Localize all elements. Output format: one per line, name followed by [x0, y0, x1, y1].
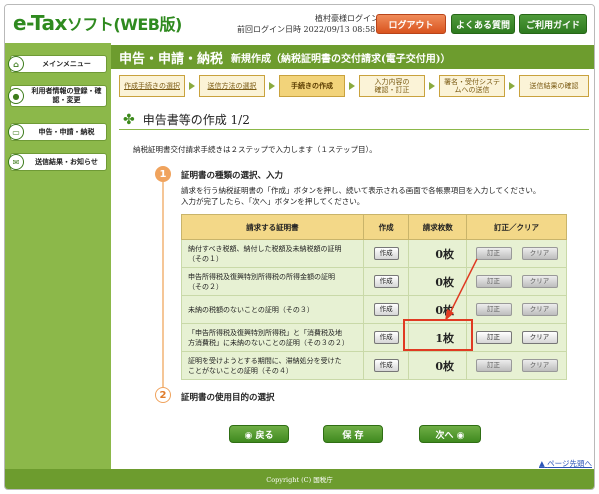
step1-description: 請求を行う納税証明書の「作成」ボタンを押し、続いて表示される画面で各帳票項目を入… [181, 185, 540, 207]
mail-icon: ✉ [8, 154, 24, 170]
page-title: 申告・申請・納税 [119, 51, 224, 67]
last-login-value: 2022/09/13 08:58 [303, 25, 376, 34]
document-icon: ▭ [8, 124, 24, 140]
step-select-procedure[interactable]: 作成手続きの選択 [119, 75, 185, 97]
create-cell: 作成 [362, 351, 410, 380]
intro-text: 納税証明書交付請求手続きは２ステップで入力します（１ステップ目）。 [133, 145, 377, 154]
arrow-up-icon: ▲ [539, 459, 545, 468]
step1-desc-line: 請求を行う納税証明書の「作成」ボタンを押し、続いて表示される画面で各帳票項目を入… [181, 186, 541, 195]
clear-button[interactable]: クリア [521, 247, 558, 260]
edit-button[interactable]: 訂正 [475, 359, 512, 372]
logo-sub: ソフト(WEB版) [66, 15, 182, 34]
table-header-row: 請求する証明書 作成 請求枚数 訂正／クリア [181, 214, 567, 240]
logo-main: e-Tax [13, 11, 67, 35]
step-number-badge: 2 [155, 387, 171, 403]
page-title-bar: 申告・申請・納税 新規作成（納税証明書の交付請求(電子交付用)） [111, 45, 594, 69]
clear-button[interactable]: クリア [521, 331, 558, 344]
edit-clear-cell: 訂正 クリア [466, 351, 567, 380]
edit-button[interactable]: 訂正 [475, 331, 512, 344]
sidebar-item-label: メインメニュー [42, 59, 91, 68]
sidebar-item-main-menu[interactable]: ⌂ メインメニュー [8, 55, 107, 73]
header: e-Taxソフト(WEB版) 植村豪様ログイン中 前回ログイン日時 2022/0… [5, 5, 594, 43]
step-check-result: 送信結果の確認 [519, 75, 589, 97]
last-login: 前回ログイン日時 2022/09/13 08:58 [237, 24, 375, 35]
step1-desc-line: 入力が完了したら、「次へ」ボタンを押してください。 [181, 197, 365, 206]
page-subtitle: 新規作成（納税証明書の交付請求(電子交付用)） [231, 53, 451, 65]
sidebar: ⌂ メインメニュー ● 利用者情報の登録・確認・変更 ▭ 申告・申請・納税 ✉ … [5, 43, 111, 469]
certificate-name: 「申告所得税及復興特別所得税」と「消費税及地 方消費税」に未納のないことの証明（… [181, 323, 364, 352]
table-row: 証明を受けようとする期間に、滞納処分を受けた ことがないことの証明（その４） 作… [181, 351, 567, 380]
clear-button[interactable]: クリア [521, 303, 558, 316]
last-login-label: 前回ログイン日時 [237, 25, 301, 34]
col-header-create: 作成 [362, 214, 410, 240]
section-title: 申告書等の作成 1/2 [142, 113, 250, 127]
certificate-name: 申告所得税及復興特別所得税の所得金額の証明 （その２） [181, 267, 364, 296]
sidebar-item-filing[interactable]: ▭ 申告・申請・納税 [8, 123, 107, 141]
col-header-edit-clear: 訂正／クリア [466, 214, 567, 240]
certificate-name: 納付すべき税額、納付した税額及未納税額の証明 （その１） [181, 239, 364, 268]
step2-title: 証明書の使用目的の選択 [181, 393, 275, 403]
step-connector-line [162, 182, 164, 387]
person-icon: ● [8, 88, 24, 104]
create-button[interactable]: 作成 [373, 331, 399, 344]
clear-button[interactable]: クリア [521, 275, 558, 288]
sidebar-item-user-info[interactable]: ● 利用者情報の登録・確認・変更 [8, 85, 107, 107]
window-frame: e-Taxソフト(WEB版) 植村豪様ログイン中 前回ログイン日時 2022/0… [4, 4, 595, 490]
edit-clear-cell: 訂正 クリア [466, 323, 567, 352]
create-button[interactable]: 作成 [373, 359, 399, 372]
step-number-badge: 1 [155, 166, 171, 182]
step-create-procedure: 手続きの作成 [279, 75, 345, 97]
sidebar-item-label: 申告・申請・納税 [38, 127, 95, 136]
count-cell: 0枚 [408, 351, 468, 380]
table-row: 「申告所得税及復興特別所得税」と「消費税及地 方消費税」に未納のないことの証明（… [181, 323, 567, 352]
sidebar-item-label: 送信結果・お知らせ [35, 157, 98, 166]
back-button[interactable]: ◉ 戻る [229, 425, 289, 443]
main-content: 申告・申請・納税 新規作成（納税証明書の交付請求(電子交付用)） 作成手続きの選… [111, 43, 594, 469]
certificate-table: 請求する証明書 作成 請求枚数 訂正／クリア 納付すべき税額、納付した税額及未納… [181, 214, 567, 380]
create-cell: 作成 [362, 267, 410, 296]
edit-clear-cell: 訂正 クリア [466, 267, 567, 296]
step-select-send-method[interactable]: 送信方法の選択 [199, 75, 265, 97]
create-button[interactable]: 作成 [373, 247, 399, 260]
house-icon: ⌂ [8, 56, 24, 72]
section-heading: ✤ 申告書等の作成 1/2 [123, 111, 250, 128]
guide-button[interactable]: ご利用ガイド [519, 14, 587, 34]
faq-button[interactable]: よくある質問 [451, 14, 515, 34]
certificate-name: 証明を受けようとする期間に、滞納処分を受けた ことがないことの証明（その４） [181, 351, 364, 380]
page-top-label: ページ先頭へ [547, 459, 593, 468]
save-button[interactable]: 保 存 [323, 425, 383, 443]
annotation-arrow-icon [445, 258, 478, 321]
col-header-count: 請求枚数 [408, 214, 468, 240]
etax-logo[interactable]: e-Taxソフト(WEB版) [13, 11, 182, 35]
logout-button[interactable]: ログアウト [376, 14, 446, 34]
step1-title: 証明書の種類の選択、入力 [181, 171, 284, 181]
progress-steps: 作成手続きの選択 送信方法の選択 手続きの作成 入力内容の 確認・訂正 署名・受… [119, 75, 589, 97]
sidebar-item-label: 利用者情報の登録・確認・変更 [31, 87, 102, 104]
step-arrow-icon [189, 82, 195, 90]
sidebar-item-results[interactable]: ✉ 送信結果・お知らせ [8, 153, 107, 171]
clover-icon: ✤ [123, 111, 135, 128]
table-row: 申告所得税及復興特別所得税の所得金額の証明 （その２） 作成 0枚 訂正 クリア [181, 267, 567, 296]
footer: Copyright (C) 国税庁 [5, 469, 594, 489]
step-confirm-input: 入力内容の 確認・訂正 [359, 75, 425, 97]
highlight-box [403, 319, 473, 351]
create-cell: 作成 [362, 239, 410, 268]
page-top-link[interactable]: ▲ ページ先頭へ [539, 458, 592, 469]
step-arrow-icon [349, 82, 355, 90]
table-row: 納付すべき税額、納付した税額及未納税額の証明 （その１） 作成 0枚 訂正 クリア [181, 239, 567, 268]
table-row: 未納の税額のないことの証明（その３） 作成 0枚 訂正 クリア [181, 295, 567, 324]
next-button[interactable]: 次へ ◉ [419, 425, 481, 443]
clear-button[interactable]: クリア [521, 359, 558, 372]
step-sign-send: 署名・受付システ ムへの送信 [439, 75, 505, 97]
section-divider [119, 129, 589, 130]
create-button[interactable]: 作成 [373, 275, 399, 288]
certificate-name: 未納の税額のないことの証明（その３） [181, 295, 364, 324]
step-arrow-icon [269, 82, 275, 90]
edit-clear-cell: 訂正 クリア [466, 239, 567, 268]
col-header-certificate: 請求する証明書 [181, 214, 364, 240]
create-button[interactable]: 作成 [373, 303, 399, 316]
step-arrow-icon [429, 82, 435, 90]
step-arrow-icon [509, 82, 515, 90]
edit-clear-cell: 訂正 クリア [466, 295, 567, 324]
